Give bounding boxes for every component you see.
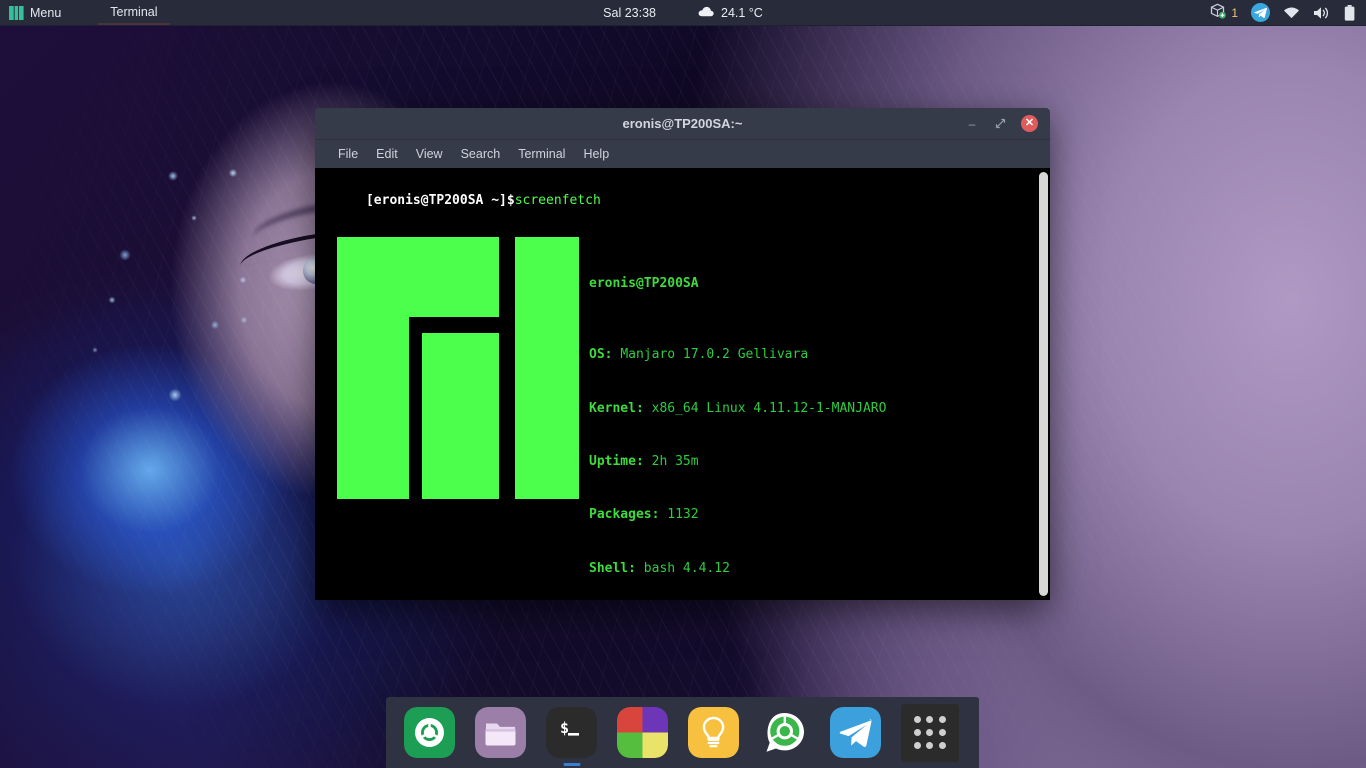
command-line: [eronis@TP200SA ~]$screenfetch bbox=[317, 174, 1050, 227]
menu-edit[interactable]: Edit bbox=[367, 147, 407, 161]
package-update-icon bbox=[1210, 3, 1226, 22]
info-row-uptime: Uptime: 2h 35m bbox=[589, 453, 949, 471]
wifi-icon[interactable] bbox=[1283, 6, 1300, 19]
cloud-icon bbox=[698, 6, 714, 20]
dock-item-telegram[interactable] bbox=[830, 707, 881, 758]
info-row-shell: Shell: bash 4.4.12 bbox=[589, 560, 949, 578]
info-header: eronis@TP200SA bbox=[589, 275, 949, 293]
manjaro-ascii-logo bbox=[317, 227, 589, 600]
top-panel: Menu Terminal Sal 23:38 24.1 °C bbox=[0, 0, 1366, 26]
menu-button[interactable]: Menu bbox=[0, 0, 70, 25]
top-panel-left: Menu Terminal bbox=[0, 0, 170, 25]
dock-item-office[interactable] bbox=[617, 707, 668, 758]
whatsapp-icon bbox=[759, 707, 810, 758]
screenfetch-output: eronis@TP200SA OS: Manjaro 17.0.2 Gelliv… bbox=[317, 227, 1050, 600]
clock[interactable]: Sal 23:38 bbox=[603, 6, 656, 20]
volume-icon[interactable] bbox=[1313, 6, 1331, 20]
lightbulb-icon bbox=[688, 707, 739, 758]
top-panel-tray: 1 bbox=[1210, 0, 1366, 25]
battery-icon[interactable] bbox=[1344, 5, 1355, 21]
terminal-output-area[interactable]: [eronis@TP200SA ~]$screenfetch eronis@TP… bbox=[315, 168, 1050, 600]
taskbar-item-label: Terminal bbox=[110, 5, 157, 19]
menu-file[interactable]: File bbox=[329, 147, 367, 161]
menu-terminal[interactable]: Terminal bbox=[509, 147, 574, 161]
terminal-menubar: File Edit View Search Terminal Help bbox=[315, 140, 1050, 168]
shell-prompt: [eronis@TP200SA ~]$ bbox=[366, 193, 515, 208]
menu-view[interactable]: View bbox=[407, 147, 452, 161]
weather-widget[interactable]: 24.1 °C bbox=[698, 6, 763, 20]
manjaro-logo-icon bbox=[9, 6, 24, 20]
weather-temperature: 24.1 °C bbox=[721, 6, 763, 20]
info-row-kernel: Kernel: x86_64 Linux 4.11.12-1-MANJARO bbox=[589, 400, 949, 418]
screenfetch-info: eronis@TP200SA OS: Manjaro 17.0.2 Gelliv… bbox=[589, 227, 949, 600]
dock-item-files[interactable] bbox=[475, 707, 526, 758]
dock-item-app-grid[interactable] bbox=[901, 704, 959, 762]
window-controls: – ✕ bbox=[965, 115, 1050, 132]
updates-count: 1 bbox=[1231, 6, 1238, 20]
running-indicator bbox=[563, 763, 580, 766]
menu-search[interactable]: Search bbox=[452, 147, 510, 161]
minimize-button[interactable]: – bbox=[965, 117, 979, 131]
menu-help[interactable]: Help bbox=[574, 147, 618, 161]
top-panel-center: Sal 23:38 24.1 °C bbox=[0, 6, 1366, 20]
taskbar-item-terminal[interactable]: Terminal bbox=[98, 0, 169, 25]
info-row-os: OS: Manjaro 17.0.2 Gellivara bbox=[589, 346, 949, 364]
info-row-packages: Packages: 1132 bbox=[589, 506, 949, 524]
svg-text:$: $ bbox=[560, 719, 569, 737]
terminal-window[interactable]: eronis@TP200SA:~ – ✕ File Edit View Sear… bbox=[315, 108, 1050, 600]
chromium-icon bbox=[404, 707, 455, 758]
window-title: eronis@TP200SA:~ bbox=[315, 116, 1050, 131]
updates-indicator[interactable]: 1 bbox=[1210, 3, 1238, 22]
office-icon bbox=[617, 707, 668, 758]
telegram-icon bbox=[830, 707, 881, 758]
terminal-titlebar[interactable]: eronis@TP200SA:~ – ✕ bbox=[315, 108, 1050, 140]
dock-item-whatsapp[interactable] bbox=[759, 707, 810, 758]
dock: $ bbox=[386, 697, 979, 768]
dock-item-terminal[interactable]: $ bbox=[546, 707, 597, 758]
app-grid-icon[interactable] bbox=[901, 704, 959, 762]
dock-item-ideas[interactable] bbox=[688, 707, 739, 758]
close-button[interactable]: ✕ bbox=[1021, 115, 1038, 132]
file-manager-icon bbox=[475, 707, 526, 758]
menu-label: Menu bbox=[30, 6, 61, 20]
terminal-icon: $ bbox=[546, 707, 597, 758]
telegram-icon[interactable] bbox=[1251, 3, 1270, 22]
maximize-button[interactable] bbox=[993, 117, 1007, 131]
dock-item-chromium[interactable] bbox=[404, 707, 455, 758]
entered-command: screenfetch bbox=[515, 193, 601, 208]
